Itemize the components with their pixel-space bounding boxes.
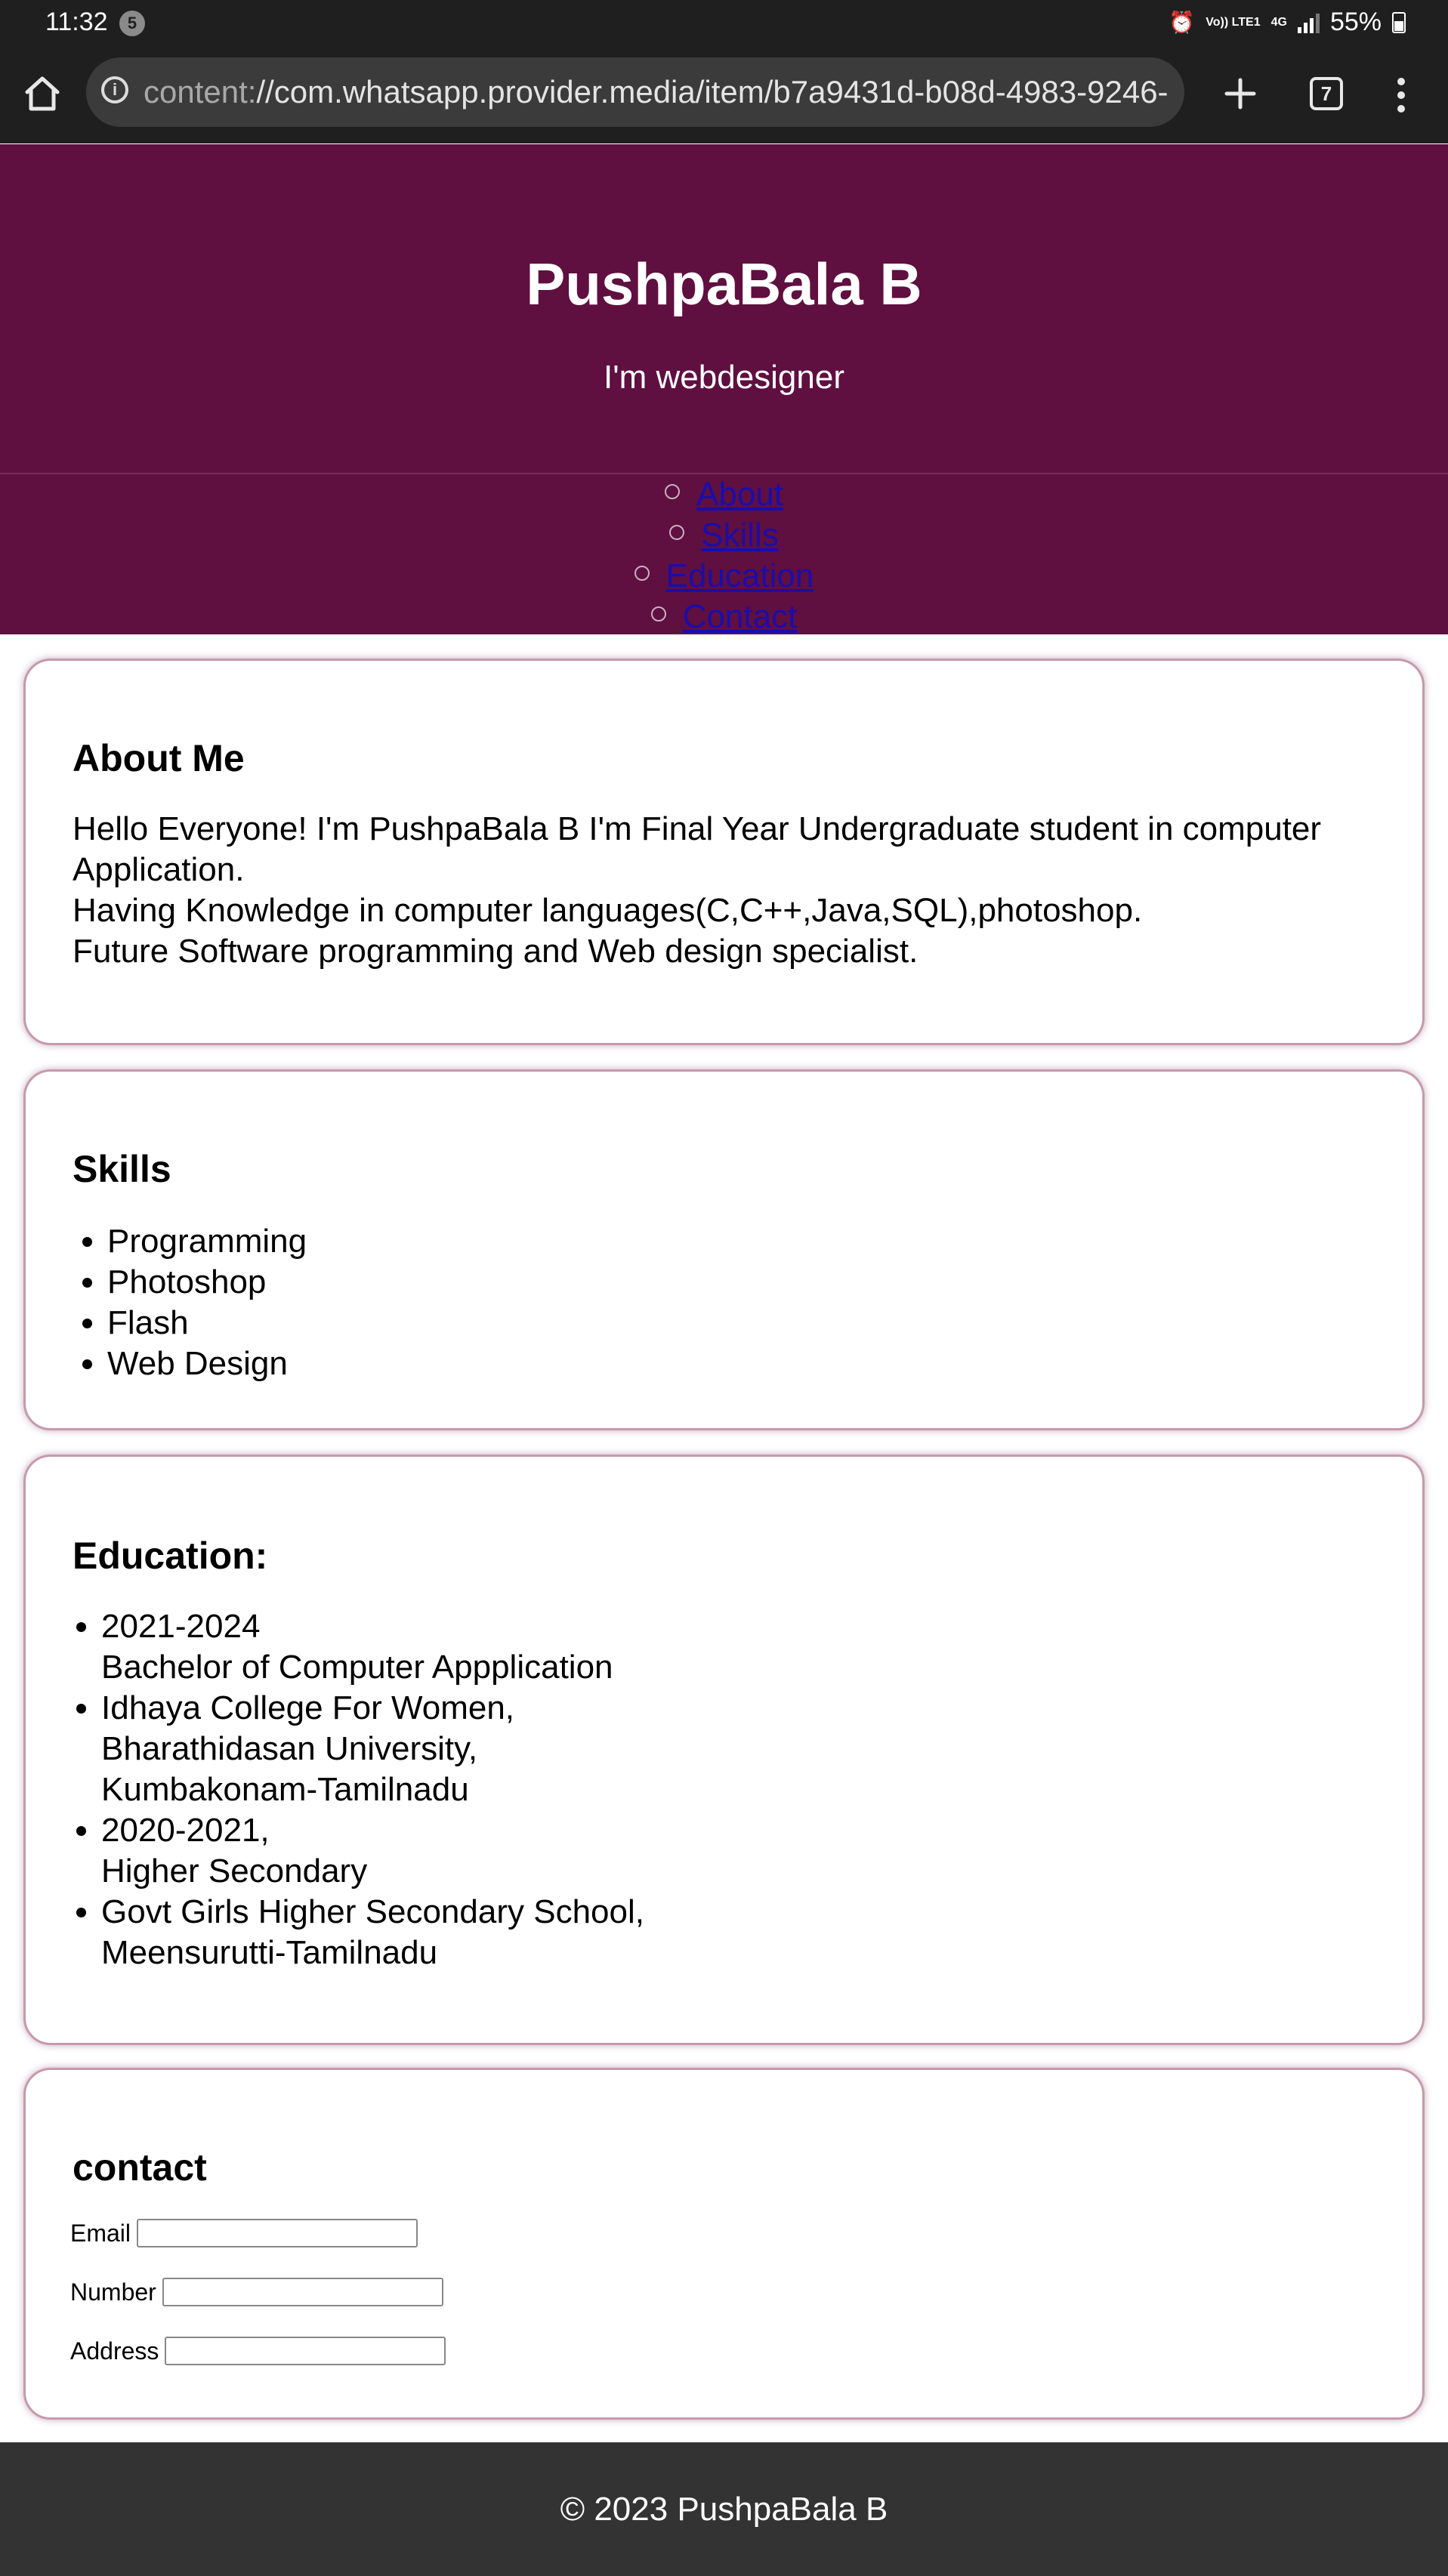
skill-item: Web Design — [107, 1344, 307, 1384]
education-section: Education: 2021-2024 Bachelor of Compute… — [23, 1455, 1425, 2045]
address-row: Address — [70, 2337, 446, 2365]
nav-bullet-icon — [665, 484, 680, 500]
signal-strength-icon — [1297, 12, 1320, 33]
page-subtitle: I'm webdesigner — [604, 359, 844, 396]
nav-item-skills: Skills — [0, 515, 1448, 556]
education-line: 2021-2024 — [101, 1608, 261, 1645]
address-label: Address — [70, 2337, 159, 2365]
education-item: Idhaya College For Women, Bharathidasan … — [101, 1688, 644, 1810]
number-label: Number — [70, 2278, 156, 2306]
skill-item: Flash — [107, 1303, 307, 1344]
skill-item: Programming — [107, 1221, 307, 1262]
url-path: //com.whatsapp.provider.media/item/b7a94… — [256, 74, 1169, 110]
battery-icon — [1392, 11, 1406, 33]
battery-percent: 55% — [1329, 8, 1382, 36]
skills-section: Skills Programming Photoshop Flash Web D… — [23, 1069, 1425, 1430]
site-info-icon[interactable]: i — [101, 76, 128, 103]
page-header: PushpaBala B I'm webdesigner — [0, 144, 1448, 473]
nav-bullet-icon — [634, 566, 650, 582]
education-heading: Education: — [73, 1535, 268, 1577]
url-bar[interactable]: i content://com.whatsapp.provider.media/… — [86, 57, 1184, 127]
about-line-2: Having Knowledge in computer languages(C… — [73, 892, 1143, 929]
page-footer: © 2023 PushpaBala B — [0, 2442, 1448, 2576]
nav-item-about: About — [0, 474, 1448, 515]
nav-item-contact: Contact — [0, 597, 1448, 637]
education-item: 2021-2024 Bachelor of Computer Appplicat… — [101, 1606, 644, 1688]
nav-link-contact[interactable]: Contact — [683, 598, 798, 635]
email-row: Email — [70, 2219, 418, 2247]
nav-item-education: Education — [0, 556, 1448, 597]
notification-count-badge: 5 — [119, 11, 145, 36]
browser-toolbar: i content://com.whatsapp.provider.media/… — [0, 48, 1448, 193]
about-heading: About Me — [73, 737, 245, 779]
email-label: Email — [70, 2219, 131, 2247]
status-time: 11:32 — [45, 8, 108, 36]
new-tab-icon[interactable] — [1218, 71, 1263, 116]
education-list: 2021-2024 Bachelor of Computer Appplicat… — [73, 1606, 644, 1973]
home-icon[interactable] — [20, 71, 65, 116]
about-line-3: Future Software programming and Web desi… — [73, 933, 919, 970]
main-nav: About Skills Education Contact — [0, 473, 1448, 637]
about-section: About Me Hello Everyone! I'm PushpaBala … — [23, 659, 1425, 1045]
about-line-1: Hello Everyone! I'm PushpaBala B I'm Fin… — [73, 810, 1322, 888]
url-scheme: content: — [144, 74, 257, 110]
education-line: Kumbakonam-Tamilnadu — [101, 1771, 469, 1808]
tab-switcher-button[interactable]: 7 — [1310, 77, 1343, 110]
education-line: Bachelor of Computer Appplication — [101, 1649, 613, 1686]
nav-bullet-icon — [650, 606, 666, 622]
education-item: Govt Girls Higher Secondary School, Meen… — [101, 1892, 644, 1973]
volte-indicator: Vo)) LTE1 — [1206, 15, 1261, 29]
address-field[interactable] — [165, 2337, 446, 2365]
number-row: Number — [70, 2278, 443, 2306]
education-line: Idhaya College For Women, — [101, 1689, 515, 1726]
skills-heading: Skills — [73, 1148, 171, 1190]
status-icons: ⏰ Vo)) LTE1 4G 55% — [1169, 8, 1406, 37]
skills-list: Programming Photoshop Flash Web Design — [73, 1221, 307, 1384]
about-text: Hello Everyone! I'm PushpaBala B I'm Fin… — [73, 809, 1362, 972]
education-item: 2020-2021, Higher Secondary — [101, 1810, 644, 1892]
education-line: Higher Secondary — [101, 1853, 368, 1890]
nav-link-education[interactable]: Education — [666, 557, 814, 594]
4g-indicator: 4G — [1270, 15, 1287, 29]
education-line: Meensurutti-Tamilnadu — [101, 1934, 438, 1971]
more-options-icon[interactable] — [1390, 72, 1412, 118]
number-field[interactable] — [162, 2278, 443, 2306]
alarm-icon: ⏰ — [1169, 11, 1196, 34]
status-bar: 11:32 5 ⏰ Vo)) LTE1 4G 55% — [0, 0, 1448, 48]
email-field[interactable] — [137, 2219, 418, 2247]
nav-link-skills[interactable]: Skills — [701, 517, 779, 554]
education-line: 2020-2021, — [101, 1812, 270, 1849]
skill-item: Photoshop — [107, 1262, 307, 1303]
page-title: PushpaBala B — [526, 251, 922, 317]
education-line: Bharathidasan University, — [101, 1730, 478, 1767]
url-text[interactable]: content://com.whatsapp.provider.media/it… — [144, 74, 1175, 110]
nav-link-about[interactable]: About — [696, 476, 783, 513]
education-line: Govt Girls Higher Secondary School, — [101, 1893, 644, 1930]
contact-heading: contact — [73, 2146, 207, 2189]
nav-bullet-icon — [669, 525, 685, 541]
footer-text: © 2023 PushpaBala B — [560, 2491, 888, 2528]
